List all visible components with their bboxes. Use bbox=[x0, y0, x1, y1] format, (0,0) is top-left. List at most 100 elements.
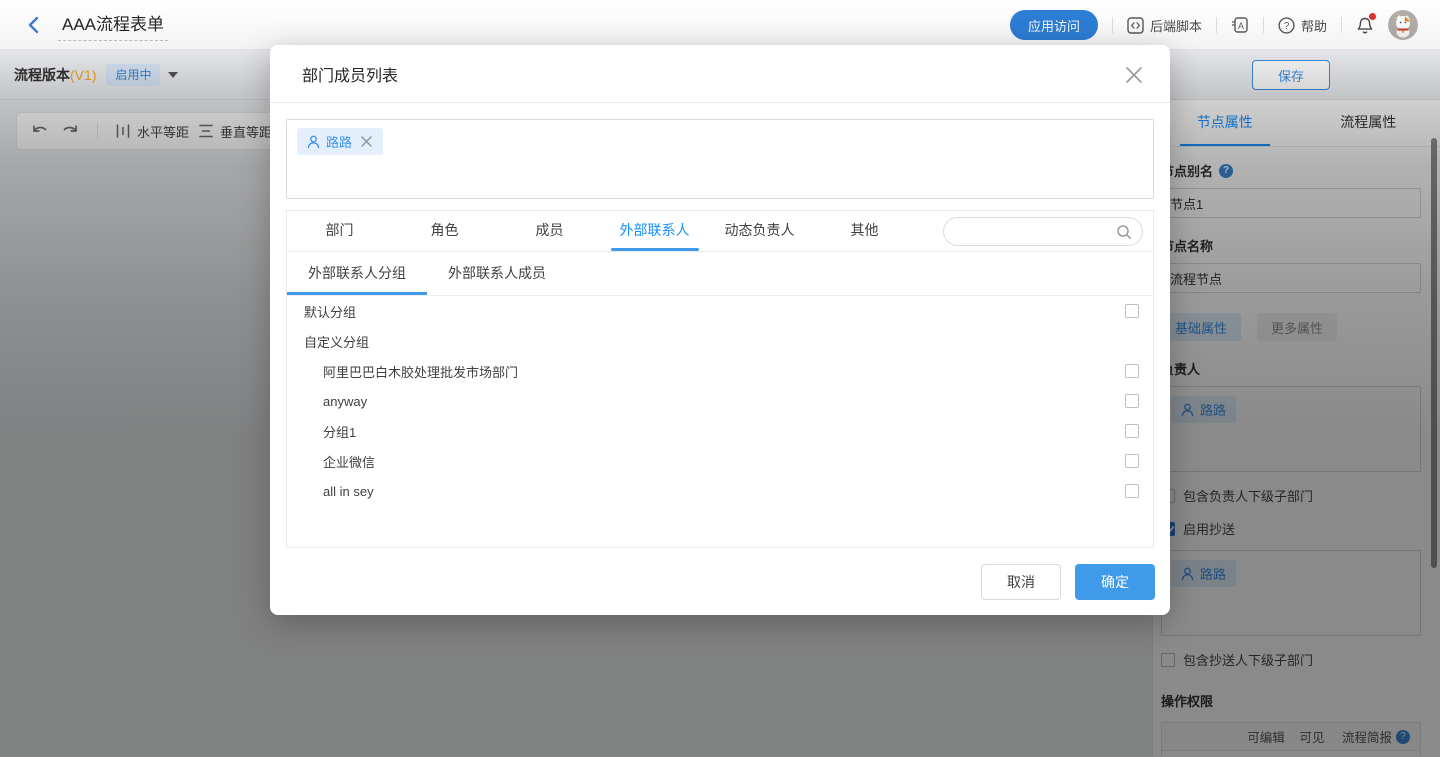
list-item-checkbox[interactable] bbox=[1125, 394, 1139, 408]
include-cc-sub-checkbox[interactable] bbox=[1161, 653, 1175, 667]
save-button[interactable]: 保存 bbox=[1252, 60, 1330, 90]
modal-title: 部门成员列表 bbox=[302, 62, 398, 86]
search-box bbox=[943, 217, 1143, 246]
include-cc-sub-label: 包含抄送人下级子部门 bbox=[1183, 650, 1313, 669]
owner-tag: 路路 bbox=[1171, 396, 1236, 423]
list-item-label: 阿里巴巴白木胶处理批发市场部门 bbox=[323, 362, 518, 381]
department-member-modal: 部门成员列表 路路 部门 角色 成员 外部联系人 动态负责人 其他 外部联系人分 bbox=[270, 45, 1170, 615]
subtab-external-members[interactable]: 外部联系人成员 bbox=[427, 252, 567, 295]
list-item-label: 企业微信 bbox=[323, 452, 375, 471]
list-item-label: anyway bbox=[323, 394, 367, 409]
operation-permissions-label: 操作权限 bbox=[1161, 691, 1421, 710]
cancel-button[interactable]: 取消 bbox=[981, 564, 1061, 600]
page-title: AAA流程表单 bbox=[58, 8, 168, 41]
cc-tag-label: 路路 bbox=[1200, 564, 1226, 583]
list-item[interactable]: anyway bbox=[287, 386, 1153, 416]
list-item-label: 分组1 bbox=[323, 422, 356, 441]
tab-member[interactable]: 成员 bbox=[497, 211, 602, 251]
undo-button[interactable] bbox=[31, 123, 50, 139]
include-owner-sub-label: 包含负责人下级子部门 bbox=[1183, 486, 1313, 505]
node-name-input[interactable] bbox=[1161, 263, 1421, 293]
help-label: 帮助 bbox=[1301, 16, 1327, 35]
code-icon bbox=[1127, 17, 1144, 34]
backend-script-label: 后端脚本 bbox=[1150, 16, 1202, 35]
col-visible: 可见 bbox=[1292, 727, 1332, 746]
basic-attributes-button[interactable]: 基础属性 bbox=[1161, 313, 1241, 341]
remove-tag-icon[interactable] bbox=[360, 135, 373, 148]
horizontal-distribute-icon bbox=[116, 124, 130, 138]
chevron-left-icon bbox=[26, 16, 40, 34]
horizontal-distribute-label: 水平等距 bbox=[137, 122, 189, 141]
back-button[interactable] bbox=[26, 16, 40, 34]
cc-picker-box[interactable]: 路路 bbox=[1161, 550, 1421, 636]
panel-scrollbar[interactable] bbox=[1431, 138, 1437, 568]
list-item[interactable]: 默认分组 bbox=[287, 296, 1153, 326]
list-item-checkbox[interactable] bbox=[1125, 304, 1139, 318]
list-item-checkbox[interactable] bbox=[1125, 364, 1139, 378]
translate-button[interactable]: A bbox=[1231, 16, 1249, 34]
undo-icon bbox=[31, 123, 50, 139]
top-header: AAA流程表单 应用访问 后端脚本 A ? 帮助 bbox=[0, 0, 1440, 50]
search-input[interactable] bbox=[958, 224, 1116, 239]
enable-cc-label: 启用抄送 bbox=[1183, 519, 1235, 538]
backend-script-button[interactable]: 后端脚本 bbox=[1127, 16, 1202, 35]
person-icon bbox=[1181, 567, 1194, 581]
vertical-distribute-label: 垂直等距 bbox=[220, 122, 272, 141]
list-item-checkbox[interactable] bbox=[1125, 424, 1139, 438]
vertical-distribute-button[interactable]: 垂直等距 bbox=[199, 122, 272, 141]
notification-dot bbox=[1369, 13, 1376, 20]
list-item-checkbox[interactable] bbox=[1125, 484, 1139, 498]
tab-node-properties[interactable]: 节点属性 bbox=[1153, 100, 1297, 146]
list-item[interactable]: 自定义分组 bbox=[287, 326, 1153, 356]
list-item[interactable]: 企业微信 bbox=[287, 446, 1153, 476]
list-item[interactable]: 阿里巴巴白木胶处理批发市场部门 bbox=[287, 356, 1153, 386]
list-item-label: 默认分组 bbox=[304, 302, 356, 321]
permissions-header-row: 可编辑 可见 流程简报 ? bbox=[1162, 723, 1420, 751]
list-item[interactable]: 分组1 bbox=[287, 416, 1153, 446]
confirm-button[interactable]: 确定 bbox=[1075, 564, 1155, 600]
tab-external-contacts[interactable]: 外部联系人 bbox=[602, 211, 707, 251]
list-item-label: all in sey bbox=[323, 484, 374, 499]
permissions-table: 可编辑 可见 流程简报 ? 全选 单行文本 bbox=[1161, 722, 1421, 757]
report-help-icon[interactable]: ? bbox=[1396, 730, 1410, 744]
node-properties-panel: 节点属性 流程属性 节点别名 ? 节点名称 基础属性 更多属性 负责人 路路 包… bbox=[1152, 100, 1440, 757]
avatar[interactable] bbox=[1388, 10, 1418, 40]
more-attributes-button[interactable]: 更多属性 bbox=[1257, 313, 1337, 341]
close-icon[interactable] bbox=[1124, 65, 1144, 85]
selected-members-box[interactable]: 路路 bbox=[286, 119, 1154, 199]
tab-flow-properties[interactable]: 流程属性 bbox=[1297, 100, 1440, 146]
horizontal-distribute-button[interactable]: 水平等距 bbox=[116, 122, 189, 141]
version-label: 流程版本 bbox=[14, 65, 70, 85]
list-item[interactable]: all in sey bbox=[287, 476, 1153, 506]
node-alias-input[interactable] bbox=[1161, 188, 1421, 218]
version-dropdown-caret[interactable] bbox=[168, 72, 178, 78]
search-icon[interactable] bbox=[1116, 224, 1132, 240]
translate-icon: A bbox=[1231, 16, 1249, 34]
tab-role[interactable]: 角色 bbox=[392, 211, 497, 251]
person-icon bbox=[1181, 403, 1194, 417]
notifications-button[interactable] bbox=[1356, 16, 1374, 35]
tab-other[interactable]: 其他 bbox=[812, 211, 917, 251]
subtab-external-groups[interactable]: 外部联系人分组 bbox=[287, 252, 427, 295]
group-list: 默认分组 自定义分组 阿里巴巴白木胶处理批发市场部门 anyway 分组1 企业… bbox=[287, 296, 1153, 548]
divider bbox=[1112, 17, 1113, 33]
redo-icon bbox=[60, 123, 79, 139]
divider bbox=[1216, 17, 1217, 33]
owner-picker-box[interactable]: 路路 bbox=[1161, 386, 1421, 472]
list-item-checkbox[interactable] bbox=[1125, 454, 1139, 468]
help-button[interactable]: ? 帮助 bbox=[1278, 16, 1327, 35]
alias-help-icon[interactable]: ? bbox=[1219, 164, 1233, 178]
question-circle-icon: ? bbox=[1278, 17, 1295, 34]
member-picker: 部门 角色 成员 外部联系人 动态负责人 其他 外部联系人分组 外部联系人成员 … bbox=[286, 210, 1154, 548]
redo-button[interactable] bbox=[60, 123, 79, 139]
vertical-distribute-icon bbox=[199, 124, 213, 138]
tab-department[interactable]: 部门 bbox=[287, 211, 392, 251]
selected-member-tag: 路路 bbox=[297, 128, 383, 155]
svg-text:?: ? bbox=[1284, 21, 1290, 32]
selected-member-label: 路路 bbox=[326, 132, 352, 151]
tab-dynamic-owner[interactable]: 动态负责人 bbox=[707, 211, 812, 251]
status-badge: 启用中 bbox=[106, 64, 160, 86]
svg-text:A: A bbox=[1238, 21, 1244, 31]
owner-tag-label: 路路 bbox=[1200, 400, 1226, 419]
app-access-button[interactable]: 应用访问 bbox=[1010, 10, 1098, 40]
